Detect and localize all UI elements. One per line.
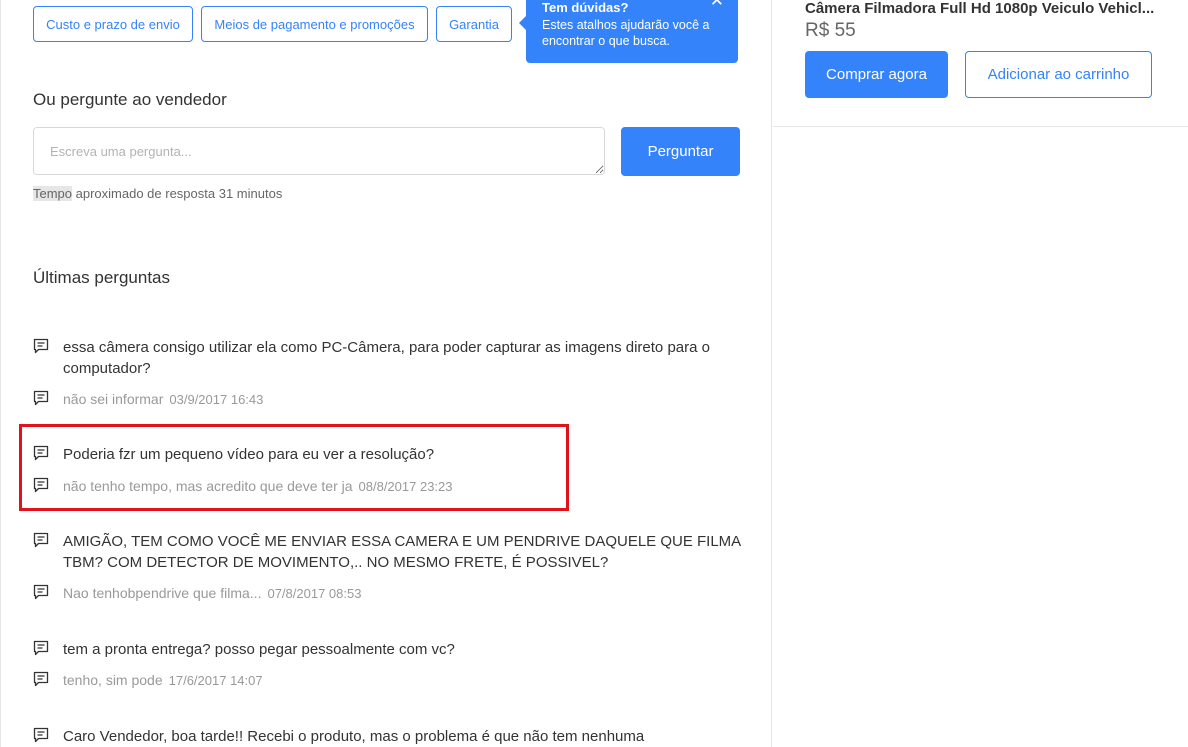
answer-row: tenho, sim pode 17/6/2017 14:07: [33, 670, 748, 690]
warranty-shortcut-button[interactable]: Garantia: [436, 6, 512, 42]
comment-icon: [33, 671, 49, 687]
qa-item: Caro Vendedor, boa tarde!! Recebi o prod…: [33, 726, 748, 747]
answer-row: Nao tenhobpendrive que filma... 07/8/2017…: [33, 583, 748, 603]
payment-shortcut-button[interactable]: Meios de pagamento e promoções: [201, 6, 428, 42]
tooltip-body: Estes atalhos ajudarão você a encontrar …: [542, 18, 710, 48]
purchase-panel: [773, 0, 1188, 747]
comment-icon: [33, 532, 49, 548]
answer-date: 17/6/2017 14:07: [168, 673, 263, 688]
product-title: Câmera Filmadora Full Hd 1080p Veiculo V…: [805, 0, 1155, 17]
qa-item: AMIGÃO, TEM COMO VOCÊ ME ENVIAR ESSA CAM…: [33, 531, 748, 603]
qa-item: tem a pronta entrega? posso pegar pessoa…: [33, 639, 748, 690]
divider: [773, 126, 1188, 127]
response-time-rest: aproximado de resposta 31 minutos: [72, 186, 283, 201]
comment-icon: [33, 584, 49, 600]
answer-date: 03/9/2017 16:43: [169, 392, 264, 407]
answer-row: não sei informar 03/9/2017 16:43: [33, 389, 748, 409]
buy-now-button[interactable]: Comprar agora: [805, 51, 948, 98]
question-text: AMIGÃO, TEM COMO VOCÊ ME ENVIAR ESSA CAM…: [63, 533, 741, 571]
comment-icon: [33, 390, 49, 406]
answer-text: tenho, sim pode: [63, 672, 163, 688]
qa-item: essa câmera consigo utilizar ela como PC…: [33, 337, 748, 409]
question-text: tem a pronta entrega? posso pegar pessoa…: [63, 641, 455, 658]
shipping-shortcut-button[interactable]: Custo e prazo de envio: [33, 6, 193, 42]
response-time-prefix: Tempo: [33, 186, 73, 201]
close-icon[interactable]: ✕: [710, 0, 724, 9]
response-time-text: Tempo aproximado de resposta 31 minutos: [33, 186, 282, 201]
question-text: Caro Vendedor, boa tarde!! Recebi o prod…: [63, 728, 645, 745]
question-text: essa câmera consigo utilizar ela como PC…: [63, 339, 710, 377]
add-to-cart-button[interactable]: Adicionar ao carrinho: [965, 51, 1152, 98]
question-row: tem a pronta entrega? posso pegar pessoa…: [33, 639, 748, 660]
tooltip-title: Tem dúvidas?: [542, 0, 629, 15]
highlight-box: [19, 424, 569, 511]
ask-button[interactable]: Perguntar: [621, 127, 740, 176]
comment-icon: [33, 727, 49, 743]
ask-seller-heading: Ou pergunte ao vendedor: [33, 90, 227, 109]
answer-date: 07/8/2017 08:53: [267, 586, 362, 601]
latest-questions-heading: Últimas perguntas: [33, 268, 171, 287]
comment-icon: [33, 338, 49, 354]
comment-icon: [33, 640, 49, 656]
question-input[interactable]: [33, 127, 605, 175]
product-price: R$ 55: [805, 20, 856, 41]
answer-text: Nao tenhobpendrive que filma...: [63, 585, 262, 601]
question-row: essa câmera consigo utilizar ela como PC…: [33, 337, 748, 379]
question-row: Caro Vendedor, boa tarde!! Recebi o prod…: [33, 726, 748, 747]
help-tooltip: Tem dúvidas? Estes atalhos ajudarão você…: [519, 0, 738, 63]
answer-text: não sei informar: [63, 391, 164, 407]
question-row: AMIGÃO, TEM COMO VOCÊ ME ENVIAR ESSA CAM…: [33, 531, 748, 573]
